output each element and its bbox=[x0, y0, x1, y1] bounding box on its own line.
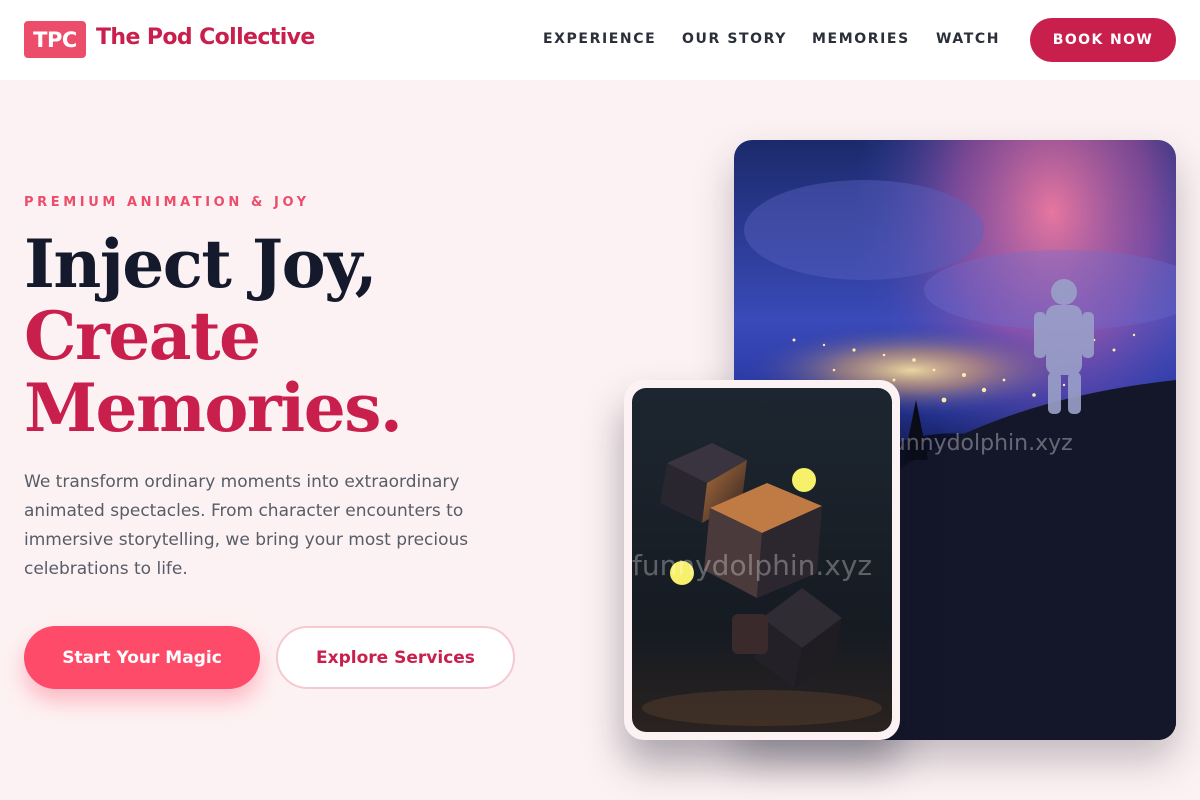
brand-name[interactable]: The Pod Collective bbox=[96, 25, 315, 50]
nav-our-story[interactable]: OUR STORY bbox=[682, 31, 787, 47]
site-header: TPC The Pod Collective EXPERIENCE OUR ST… bbox=[0, 0, 1200, 80]
nav-experience[interactable]: EXPERIENCE bbox=[543, 31, 656, 47]
watermark-small: funnydolphin.xyz bbox=[632, 549, 872, 582]
hero-description: We transform ordinary moments into extra… bbox=[24, 472, 469, 579]
nav-watch[interactable]: WATCH bbox=[936, 31, 1000, 47]
headline-line-1: Inject Joy, bbox=[24, 225, 378, 303]
nav-memories[interactable]: MEMORIES bbox=[812, 31, 910, 47]
explore-services-button[interactable]: Explore Services bbox=[276, 626, 515, 689]
headline-line-3: Memories. bbox=[24, 369, 403, 447]
hero-eyebrow: PREMIUM ANIMATION & JOY bbox=[24, 195, 310, 210]
watermark-large: funnydolphin.xyz bbox=[884, 431, 1073, 456]
logo-badge[interactable]: TPC bbox=[24, 21, 86, 58]
book-now-button[interactable]: BOOK NOW bbox=[1030, 18, 1176, 62]
hero-headline: Inject Joy, Create Memories. bbox=[24, 225, 403, 447]
start-your-magic-button[interactable]: Start Your Magic bbox=[24, 626, 260, 689]
feature-image-cubes: funnydolphin.xyz bbox=[632, 388, 892, 732]
headline-line-2: Create bbox=[24, 297, 261, 375]
